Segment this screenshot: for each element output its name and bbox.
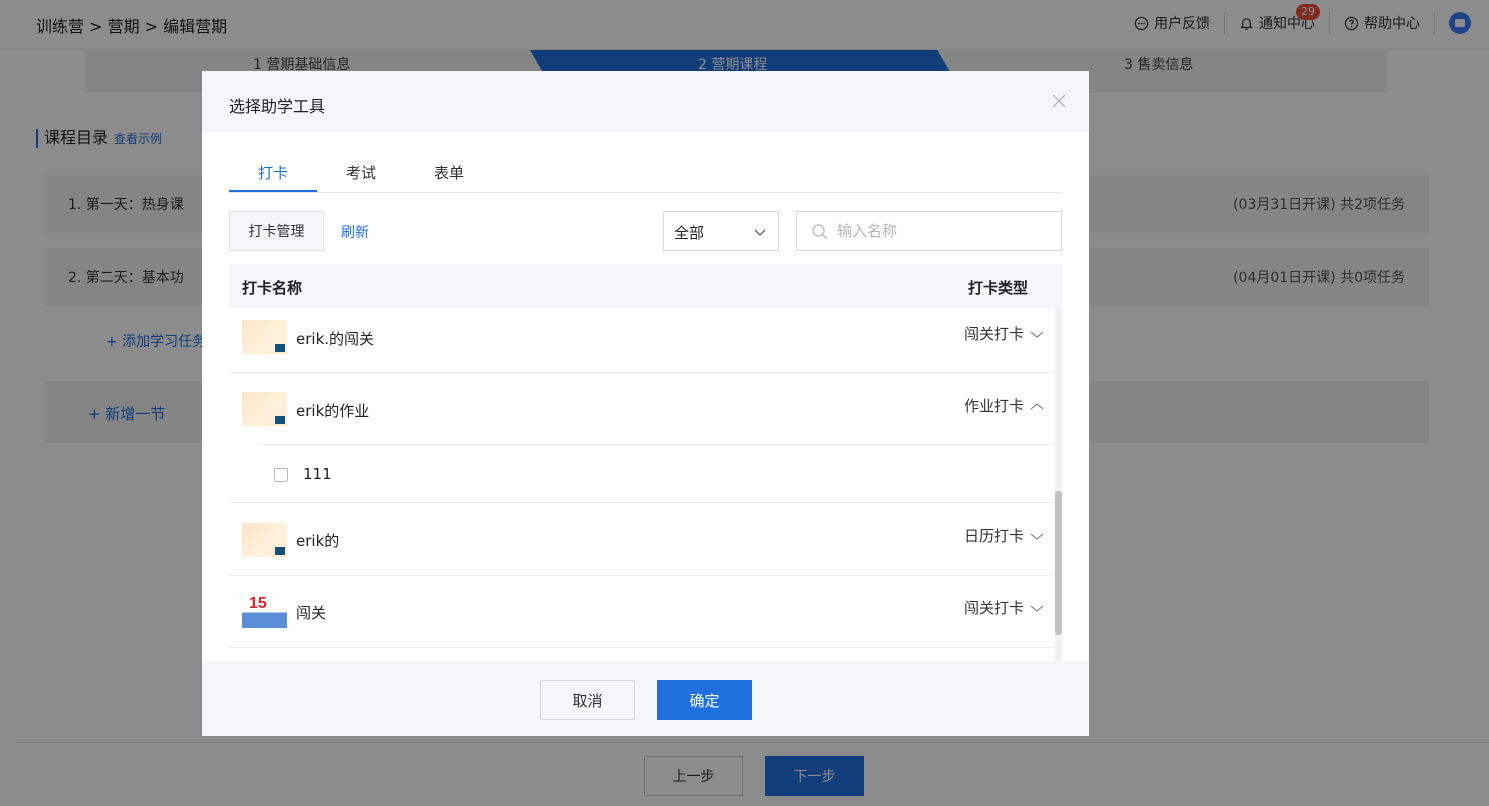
column-type-header: 打卡类型 [967,279,1028,297]
sub-item-row[interactable]: 111 [259,444,1054,503]
modal-footer [202,661,1089,736]
tool-tabs: 打卡 考试 表单 [229,133,1062,193]
checkin-name: erik的作业 [296,402,370,420]
search-icon [812,224,828,240]
checkin-type-label: 闯关打卡 [963,325,1024,343]
tab-form[interactable]: 表单 [434,162,464,183]
close-button[interactable] [1049,91,1069,111]
checkin-type-label: 日历打卡 [963,527,1024,545]
checkin-manage-button[interactable]: 打卡管理 [229,211,324,251]
modal-header: 选择助学工具 [202,71,1089,133]
checkin-type[interactable]: 日历打卡 [964,525,1044,546]
checkin-type-label: 闯关打卡 [963,599,1024,617]
thumbnail-number: 15 [249,595,267,612]
table-row[interactable]: 15 闯关 闯关打卡 [229,576,1054,648]
checkin-type[interactable]: 作业打卡 [964,395,1044,416]
search-box [796,211,1062,251]
type-filter-select[interactable]: 全部 [663,211,779,251]
checkin-name: erik.的闯关 [296,330,375,348]
modal-title: 选择助学工具 [229,97,326,116]
table-scrollbar-thumb[interactable] [1055,491,1062,635]
table-header: 打卡名称 打卡类型 [229,264,1062,309]
checkin-type-label: 作业打卡 [963,397,1024,415]
checkin-type[interactable]: 闯关打卡 [964,323,1044,344]
table-row[interactable]: erik.的闯关 闯关打卡 [229,309,1054,373]
chevron-down-icon [1030,605,1044,612]
checkin-table: erik.的闯关 闯关打卡 erik的作业 作业打卡 111 erik的 日历打… [229,309,1062,661]
checkin-thumbnail [242,320,287,354]
confirm-button[interactable]: 确定 [657,680,752,720]
tab-active-indicator [229,190,317,192]
checkin-name: 闯关 [296,604,327,622]
column-name-header: 打卡名称 [242,279,303,297]
checkin-type[interactable]: 闯关打卡 [964,597,1044,618]
chevron-down-icon [754,229,766,236]
checkin-name: erik的 [296,532,340,550]
close-icon [1052,94,1066,108]
table-row[interactable]: erik的 日历打卡 [229,503,1054,576]
select-tool-modal: 选择助学工具 打卡 考试 表单 打卡管理 刷新 全部 打卡名称 打卡类型 eri… [202,71,1089,736]
tab-exam[interactable]: 考试 [346,162,376,183]
sub-item-checkbox[interactable] [274,468,288,482]
refresh-link[interactable]: 刷新 [341,222,369,242]
chevron-up-icon [1030,402,1044,409]
chevron-down-icon [1030,331,1044,338]
type-filter-value: 全部 [674,224,705,242]
chevron-down-icon [1030,533,1044,540]
search-input[interactable] [837,220,1047,242]
checkin-thumbnail [242,392,287,426]
checkin-thumbnail [242,523,287,557]
table-row[interactable]: erik的作业 作业打卡 111 [229,373,1054,503]
checkin-thumbnail: 15 [242,594,287,628]
tab-checkin[interactable]: 打卡 [258,162,288,183]
cancel-button[interactable]: 取消 [540,680,635,720]
sub-item-label: 111 [303,465,332,483]
